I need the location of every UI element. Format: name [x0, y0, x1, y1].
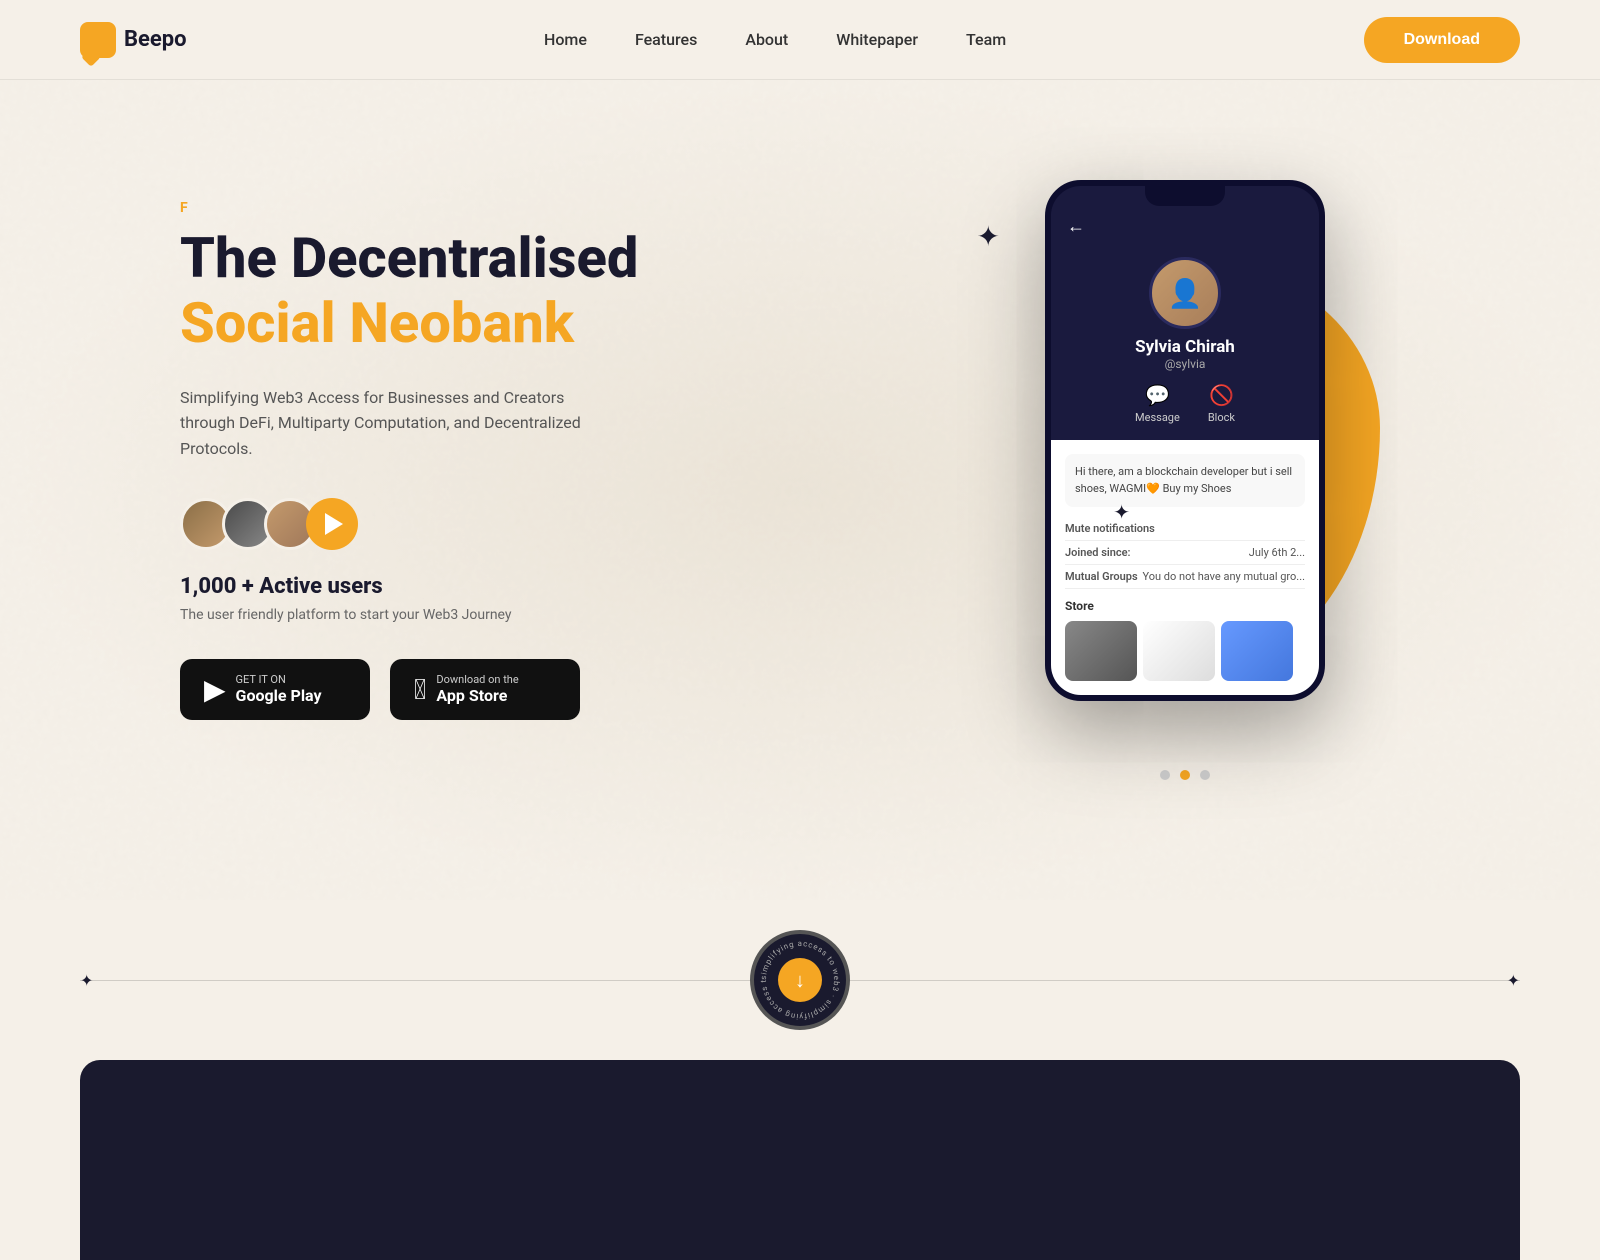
store-buttons: ▶ GET IT ON Google Play  Download on th… [180, 659, 850, 720]
phone-joined-row: Joined since: July 6th 2... [1065, 541, 1305, 565]
joined-date: July 6th 2... [1249, 546, 1305, 559]
phone-profile-area: 👤 Sylvia Chirah @sylvia 💬 Message 🚫 Bloc… [1051, 247, 1319, 440]
svg-text:simplifying access to web3 · s: simplifying access to web3 · simplifying… [754, 934, 841, 1021]
nav-link-team[interactable]: Team [966, 30, 1006, 49]
dot-2[interactable] [1180, 770, 1190, 780]
message-label: Message [1135, 411, 1180, 424]
hero-title-line1: The Decentralised [180, 228, 850, 290]
app-store-top: Download on the [436, 673, 518, 686]
nav-link-home[interactable]: Home [544, 30, 587, 49]
phone-mockup: ← 👤 Sylvia Chirah @sylvia 💬 Message 🚫 Bl… [1045, 180, 1325, 701]
hero-left: F The Decentralised Social Neobank Simpl… [180, 160, 850, 720]
star-decoration-top: ✦ [977, 220, 1000, 253]
mutual-label: Mutual Groups [1065, 570, 1138, 583]
dot-1[interactable] [1160, 770, 1170, 780]
nav-item-home[interactable]: Home [544, 30, 587, 49]
store-section-title: Store [1065, 599, 1305, 613]
app-store-text: Download on the App Store [436, 673, 518, 705]
phone-body: Hi there, am a blockchain developer but … [1051, 440, 1319, 695]
phone-header: ← [1051, 206, 1319, 247]
google-play-main: Google Play [236, 686, 322, 705]
google-play-icon: ▶ [204, 673, 226, 706]
block-icon: 🚫 [1209, 383, 1234, 407]
profile-actions: 💬 Message 🚫 Block [1135, 383, 1235, 424]
hero-title-line2: Social Neobank [180, 290, 850, 357]
divider-badge: simplifying access to web3 · simplifying… [750, 930, 850, 1030]
nav-item-whitepaper[interactable]: Whitepaper [836, 30, 918, 49]
star-decoration-bottom: ✦ [1113, 500, 1130, 524]
shoe-thumb-1 [1065, 621, 1137, 681]
phone-avatar: 👤 [1149, 257, 1221, 329]
mutual-value: You do not have any mutual gro... [1142, 570, 1305, 583]
profile-name: Sylvia Chirah [1135, 337, 1235, 357]
divider-star-left: ✦ [80, 971, 93, 990]
hero-subtitle: Simplifying Web3 Access for Businesses a… [180, 385, 600, 462]
phone-bio: Hi there, am a blockchain developer but … [1065, 454, 1305, 507]
app-store-main: App Store [436, 686, 518, 705]
divider-star-right: ✦ [1507, 971, 1520, 990]
active-users-subtitle: The user friendly platform to start your… [180, 607, 850, 623]
google-play-text: GET IT ON Google Play [236, 673, 322, 705]
phone-shoes-grid [1065, 621, 1305, 681]
mute-label: Mute notifications [1065, 522, 1155, 535]
joined-label: Joined since: [1065, 546, 1131, 559]
divider-section: ✦ ✦ simplifying access to web3 · simplif… [0, 900, 1600, 1060]
google-play-top: GET IT ON [236, 673, 322, 686]
active-users-count: 1,000 + Active users [180, 574, 850, 599]
nav-link-whitepaper[interactable]: Whitepaper [836, 30, 918, 49]
logo-text: Beepo [124, 27, 187, 52]
play-button[interactable] [306, 498, 358, 550]
nav-links: Home Features About Whitepaper Team [544, 30, 1006, 49]
hero-section: F The Decentralised Social Neobank Simpl… [0, 80, 1600, 900]
profile-handle: @sylvia [1165, 357, 1206, 371]
bottom-dark-section [80, 1060, 1520, 1260]
dot-3[interactable] [1200, 770, 1210, 780]
circular-text-svg: simplifying access to web3 · simplifying… [754, 934, 846, 1026]
nav-download-button[interactable]: Download [1364, 17, 1520, 63]
back-arrow-icon: ← [1067, 216, 1085, 237]
shoe-thumb-3 [1221, 621, 1293, 681]
hero-avatars [180, 498, 850, 550]
nav-link-about[interactable]: About [745, 30, 788, 49]
logo-icon [80, 22, 116, 58]
logo: Beepo [80, 22, 187, 58]
hero-right: ✦ ✦ ← 👤 Sylvia Chirah @sylvia 💬 Message [850, 160, 1520, 760]
google-play-button[interactable]: ▶ GET IT ON Google Play [180, 659, 370, 720]
shoe-thumb-2 [1143, 621, 1215, 681]
message-action: 💬 Message [1135, 383, 1180, 424]
navbar: Beepo Home Features About Whitepaper Tea… [0, 0, 1600, 80]
hero-f-label: F [180, 200, 850, 216]
carousel-dots [1160, 770, 1210, 780]
phone-notch [1145, 186, 1225, 206]
nav-link-features[interactable]: Features [635, 30, 697, 49]
apple-icon:  [414, 673, 426, 706]
nav-item-about[interactable]: About [745, 30, 788, 49]
nav-item-features[interactable]: Features [635, 30, 697, 49]
phone-mute-row: Mute notifications [1065, 517, 1305, 541]
nav-item-team[interactable]: Team [966, 30, 1006, 49]
app-store-button[interactable]:  Download on the App Store [390, 659, 580, 720]
phone-mutual-row: Mutual Groups You do not have any mutual… [1065, 565, 1305, 589]
message-icon: 💬 [1145, 383, 1170, 407]
block-action: 🚫 Block [1208, 383, 1235, 424]
block-label: Block [1208, 411, 1235, 424]
